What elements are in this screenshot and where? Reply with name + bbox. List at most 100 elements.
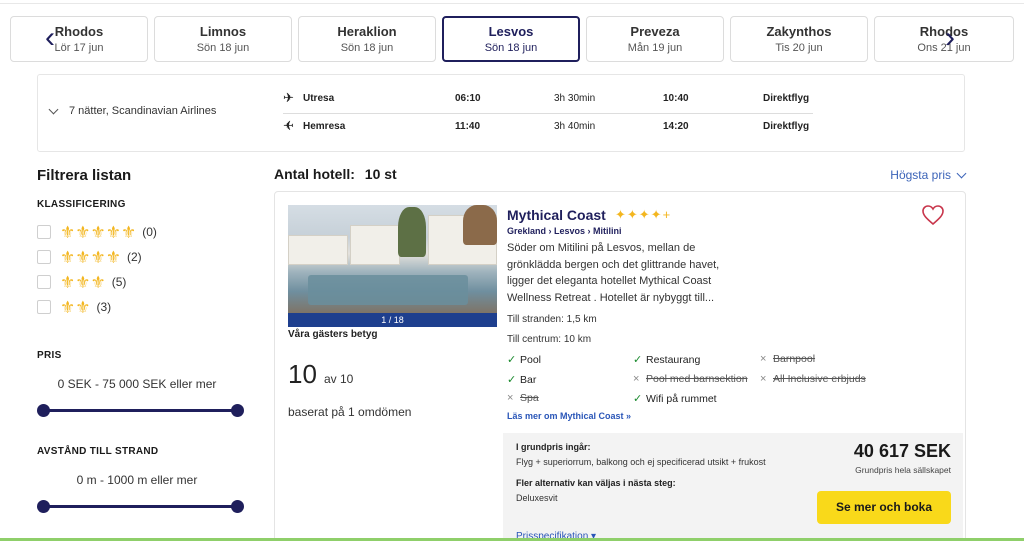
beach-distance-slider[interactable] — [37, 500, 244, 513]
hotel-description: Söder om Mitilini på Lesvos, mellan de g… — [507, 242, 720, 304]
flight-row-outbound: ✈ Utresa 06:10 3h 30min 10:40 Direktflyg — [283, 89, 811, 109]
facility-label: Bar — [520, 373, 537, 386]
checkbox[interactable] — [37, 250, 51, 264]
flight-duration: 3h 40min — [554, 121, 596, 132]
chevron-left-icon: ‹ — [45, 21, 55, 54]
beach-distance: Till stranden: 1,5 km — [507, 314, 597, 325]
sort-dropdown[interactable]: Högsta pris — [890, 168, 967, 182]
star-filter-4[interactable]: ⚜⚜⚜⚜ (2) — [37, 248, 142, 266]
flight-panel: 7 nätter, Scandinavian Airlines ✈ Utresa… — [37, 74, 965, 152]
favorite-button[interactable] — [921, 204, 945, 226]
heart-icon — [922, 205, 944, 226]
flight-row-return: ✈ Hemresa 11:40 3h 40min 14:20 Direktfly… — [283, 117, 811, 137]
flight-label: Hemresa — [303, 121, 346, 132]
sort-label: Högsta pris — [890, 168, 951, 182]
options-label: Fler alternativ kan väljas i nästa steg: — [516, 478, 676, 488]
facility-label: Pool — [520, 353, 542, 366]
star-filter-5[interactable]: ⚜⚜⚜⚜⚜ (0) — [37, 223, 157, 241]
chevron-down-icon — [956, 168, 967, 178]
breadcrumb[interactable]: Grekland › Lesvos › Mitilini — [507, 226, 622, 236]
flight-divider — [283, 113, 813, 114]
hotel-name[interactable]: Mythical Coast — [507, 207, 606, 223]
star-filter-2[interactable]: ⚜⚜ (3) — [37, 298, 111, 316]
star-rating-icon: ⚜⚜⚜⚜ — [60, 247, 121, 267]
price-box: I grundpris ingår: Flyg + superiorrum, b… — [503, 433, 963, 541]
flight-depart-time: 11:40 — [455, 121, 481, 132]
check-icon: ✓ — [633, 354, 643, 366]
price-slider[interactable] — [37, 404, 244, 417]
cross-icon: × — [507, 392, 514, 404]
hotel-price: 40 617 SEK — [853, 441, 951, 461]
read-more-link[interactable]: Läs mer om Mythical Coast » — [507, 411, 631, 421]
date-tab-limnos[interactable]: Limnos Sön 18 jun — [154, 16, 292, 62]
check-icon: ✓ — [507, 374, 517, 386]
options-text: Deluxesvit — [516, 493, 558, 503]
price-slider-max-handle[interactable] — [231, 404, 244, 417]
star-filter-count: (0) — [142, 225, 157, 239]
star-filter-count: (2) — [126, 250, 142, 264]
facility-pool: ✓ Pool — [507, 353, 542, 367]
hotel-stars-icon: ✦✦✦✦+ — [615, 207, 672, 222]
date-tab-destination: Zakynthos — [766, 24, 832, 39]
filters-title: Filtrera listan — [37, 167, 132, 184]
top-divider — [0, 3, 1024, 4]
facility-label: Pool med barnsektion — [646, 373, 748, 385]
facility-pool-kids-section: × Pool med barnsektion — [633, 373, 748, 385]
next-date-button[interactable]: › — [938, 18, 962, 58]
star-filter-count: (5) — [111, 275, 127, 289]
date-tab-date: Sön 18 jun — [484, 42, 538, 54]
facility-bar: ✓ Bar — [507, 373, 537, 387]
date-tab-destination: Rhodos — [54, 24, 104, 39]
page: Rhodos Lör 17 jun Limnos Sön 18 jun Hera… — [0, 0, 1024, 541]
hotel-count-label: Antal hotell: — [274, 166, 355, 182]
date-tab-zakynthos[interactable]: Zakynthos Tis 20 jun — [730, 16, 868, 62]
date-tab-date: Lör 17 jun — [54, 42, 104, 54]
date-tab-rhodos[interactable]: Rhodos Lör 17 jun — [10, 16, 148, 62]
center-distance: Till centrum: 10 km — [507, 334, 592, 345]
plane-departure-icon: ✈ — [283, 90, 294, 105]
beach-distance-range-text: 0 m - 1000 m eller mer — [76, 473, 198, 487]
price-range-text: 0 SEK - 75 000 SEK eller mer — [57, 377, 217, 391]
checkbox[interactable] — [37, 300, 51, 314]
flight-toggle[interactable]: 7 nätter, Scandinavian Airlines — [48, 104, 217, 117]
facility-restaurant: ✓ Restaurang — [633, 353, 700, 367]
facility-label: Spa — [520, 392, 539, 404]
flight-summary: 7 nätter, Scandinavian Airlines — [69, 105, 217, 117]
star-filter-3[interactable]: ⚜⚜⚜ (5) — [37, 273, 126, 291]
checkbox[interactable] — [37, 275, 51, 289]
cross-icon: × — [760, 373, 767, 385]
price-filter-title: PRIS — [37, 350, 62, 361]
cross-icon: × — [760, 353, 767, 365]
date-tab-destination: Lesvos — [488, 24, 534, 39]
facility-all-inclusive: × All Inclusive erbjuds — [760, 373, 866, 385]
facility-label: All Inclusive erbjuds — [773, 373, 866, 385]
review-score-max: av 10 — [324, 372, 354, 386]
date-tab-heraklion[interactable]: Heraklion Sön 18 jun — [298, 16, 436, 62]
date-tab-date: Sön 18 jun — [196, 42, 250, 54]
date-tab-date: Mån 19 jun — [627, 42, 683, 54]
chevron-down-icon — [48, 104, 59, 114]
classification-title: KLASSIFICERING — [37, 199, 126, 210]
facility-spa: × Spa — [507, 392, 539, 404]
check-icon: ✓ — [633, 393, 643, 405]
date-tab-lesvos[interactable]: Lesvos Sön 18 jun — [442, 16, 580, 62]
date-tab-preveza[interactable]: Preveza Mån 19 jun — [586, 16, 724, 62]
beach-distance-title: AVSTÅND TILL STRAND — [37, 446, 159, 457]
reviews-title: Våra gästers betyg — [288, 329, 378, 340]
star-rating-icon: ⚜⚜⚜⚜⚜ — [60, 222, 137, 242]
chevron-right-icon: › — [945, 21, 955, 54]
price-note: Grundpris hela sällskapet — [855, 465, 951, 475]
checkbox[interactable] — [37, 225, 51, 239]
review-score: 10 — [288, 359, 317, 389]
facility-label: Wifi på rummet — [646, 392, 717, 405]
hotel-photo[interactable] — [288, 205, 497, 313]
date-tab-date: Sön 18 jun — [340, 42, 394, 54]
date-tab-destination: Limnos — [199, 24, 247, 39]
book-button[interactable]: Se mer och boka — [817, 491, 951, 524]
date-tabs: Rhodos Lör 17 jun Limnos Sön 18 jun Hera… — [0, 16, 1024, 62]
beach-distance-min-handle[interactable] — [37, 500, 50, 513]
prev-date-button[interactable]: ‹ — [38, 18, 62, 58]
beach-distance-max-handle[interactable] — [231, 500, 244, 513]
price-slider-min-handle[interactable] — [37, 404, 50, 417]
included-label: I grundpris ingår: — [516, 442, 591, 452]
